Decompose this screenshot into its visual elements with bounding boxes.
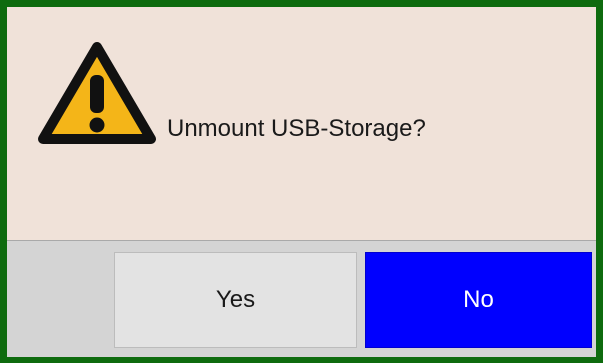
yes-button[interactable]: Yes: [114, 252, 357, 348]
dialog-message: Unmount USB-Storage?: [167, 115, 426, 142]
warning-icon: [38, 42, 156, 144]
button-bar: Yes No: [7, 240, 596, 357]
no-button[interactable]: No: [365, 252, 592, 348]
no-button-label: No: [463, 286, 494, 313]
yes-button-label: Yes: [215, 286, 256, 313]
confirm-dialog: Unmount USB-Storage? Yes No: [0, 0, 603, 363]
message-area: Unmount USB-Storage?: [7, 7, 596, 239]
